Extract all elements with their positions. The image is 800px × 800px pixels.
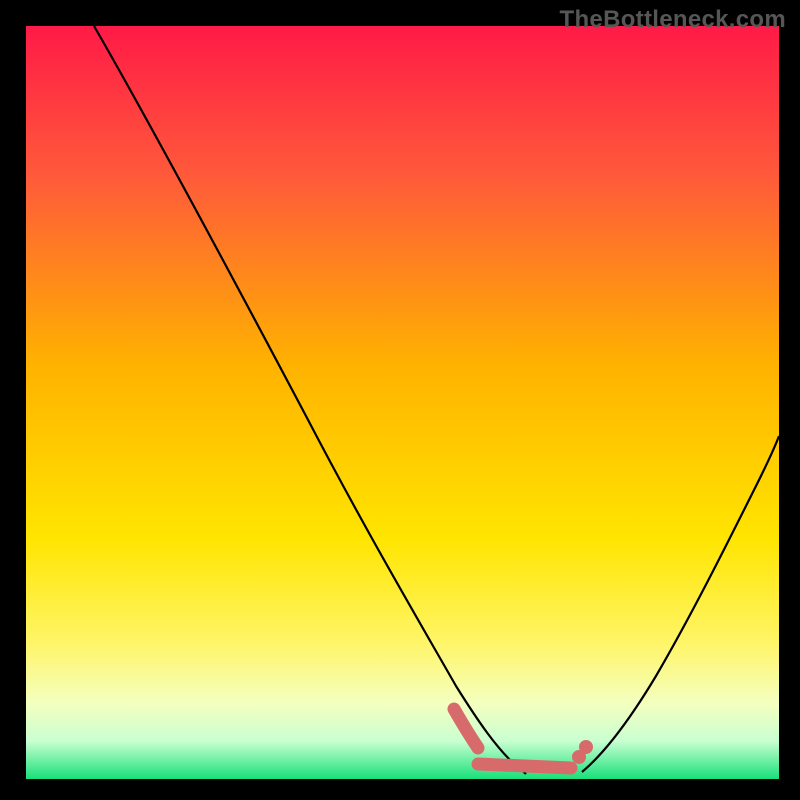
flat-markers-group — [454, 709, 593, 768]
chart-lines — [26, 26, 779, 779]
plot-area — [26, 26, 779, 779]
chart-frame: TheBottleneck.com — [0, 0, 800, 800]
left-curve — [94, 26, 526, 774]
watermark-text: TheBottleneck.com — [560, 6, 786, 34]
right-curve — [582, 436, 779, 772]
